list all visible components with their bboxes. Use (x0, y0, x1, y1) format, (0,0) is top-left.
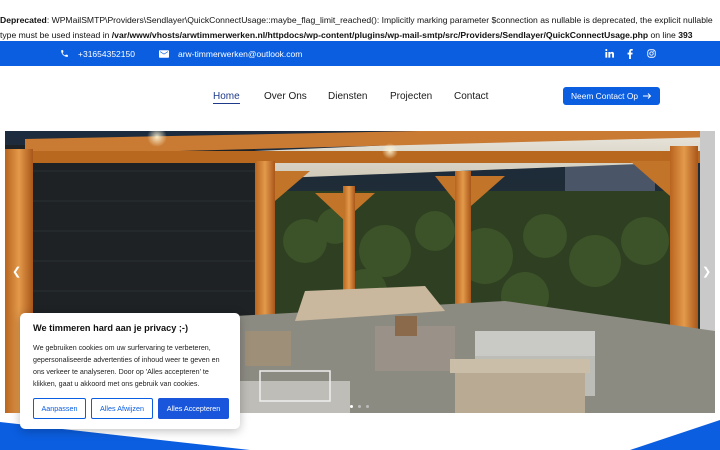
email-address: arw-timmerwerken@outlook.com (178, 48, 303, 59)
top-contact-bar: +31654352150 arw-timmerwerken@outlook.co… (0, 41, 720, 66)
envelope-icon (159, 49, 169, 58)
instagram-icon[interactable] (647, 49, 656, 58)
contact-cta-button[interactable]: Neem Contact Op (563, 87, 660, 105)
facebook-icon[interactable] (627, 48, 633, 59)
nav-contact[interactable]: Contact (454, 91, 488, 102)
email-link[interactable]: arw-timmerwerken@outlook.com (159, 41, 302, 66)
cookie-title: We timmeren hard aan je privacy ;-) (33, 323, 189, 333)
notice-path: /var/www/vhosts/arwtimmerwerken.nl/httpd… (111, 30, 649, 40)
nav-projecten[interactable]: Projecten (390, 91, 432, 102)
phone-link[interactable]: +31654352150 (60, 41, 135, 66)
notice-line-number: 393 (678, 30, 693, 40)
cta-label: Neem Contact Op (570, 91, 639, 101)
nav-diensten[interactable]: Diensten (328, 91, 367, 102)
phone-icon (60, 49, 69, 58)
cookie-actions: Aanpassen Alles Afwijzen Alles Acceptere… (33, 398, 229, 419)
notice-label: Deprecated (0, 15, 47, 25)
notice-text-line: on line (648, 30, 679, 40)
cookie-reject-button[interactable]: Alles Afwijzen (91, 398, 153, 419)
cookie-customize-button[interactable]: Aanpassen (33, 398, 86, 419)
linkedin-icon[interactable] (605, 49, 614, 58)
chevron-left-icon[interactable]: ❮ (12, 265, 21, 278)
php-deprecation-notice: Deprecated: WPMailSMTP\Providers\Sendlay… (0, 0, 720, 41)
slider-dot[interactable] (358, 405, 361, 408)
chevron-right-icon[interactable]: ❯ (702, 265, 711, 278)
slider-dot[interactable] (366, 405, 369, 408)
social-links (605, 41, 656, 66)
slider-pagination (350, 405, 369, 408)
nav-home[interactable]: Home (213, 91, 240, 104)
arrow-right-icon (643, 93, 652, 99)
cookie-body: We gebruiken cookies om uw surfervaring … (33, 344, 220, 388)
cookie-consent-banner: We timmeren hard aan je privacy ;-) We g… (20, 313, 240, 429)
nav-over-ons[interactable]: Over Ons (264, 91, 307, 102)
phone-number: +31654352150 (78, 48, 135, 59)
slider-dot[interactable] (350, 405, 353, 408)
cookie-accept-button[interactable]: Alles Accepteren (158, 398, 229, 419)
